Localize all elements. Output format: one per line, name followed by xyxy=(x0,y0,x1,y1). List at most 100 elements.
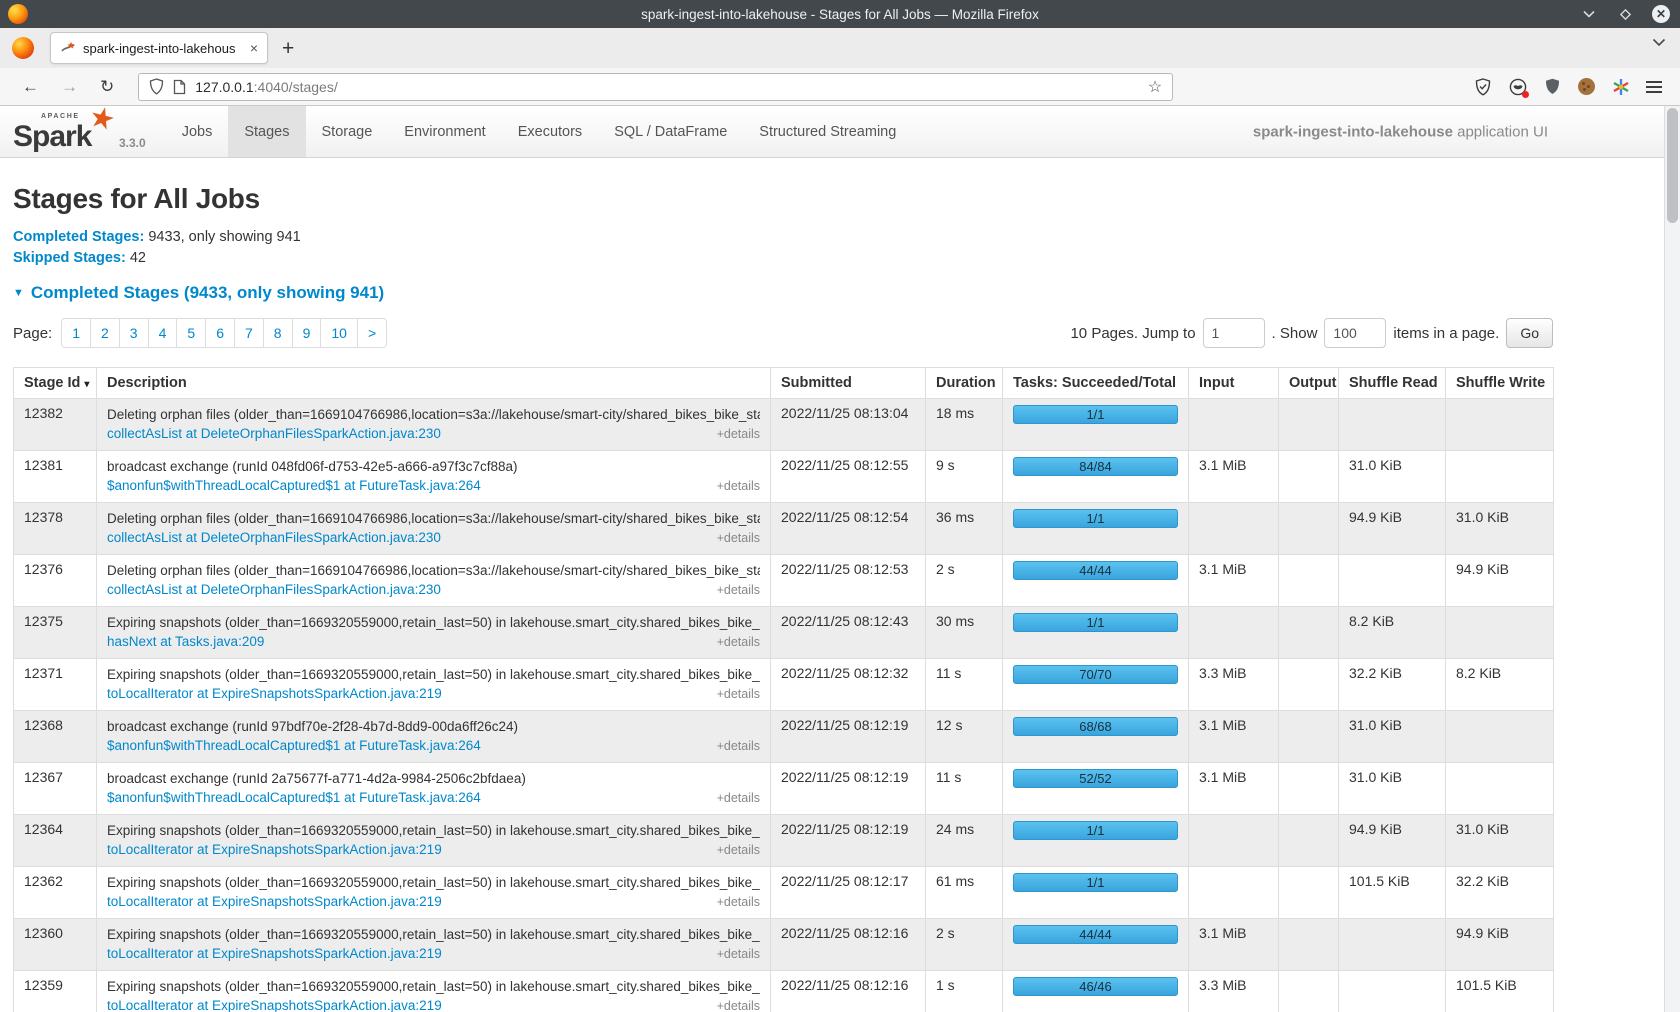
section-header-text: Completed Stages (9433, only showing 941… xyxy=(31,283,384,303)
new-tab-button[interactable]: + xyxy=(282,38,294,59)
shuffle-write-cell xyxy=(1446,451,1554,503)
go-button[interactable]: Go xyxy=(1506,318,1553,348)
nav-tab-storage[interactable]: Storage xyxy=(306,106,389,157)
page-button-9[interactable]: 9 xyxy=(292,318,322,348)
shuffle-write-cell xyxy=(1446,399,1554,451)
completed-stages-section-toggle[interactable]: ▼ Completed Stages (9433, only showing 9… xyxy=(13,283,1680,303)
page-button-7[interactable]: 7 xyxy=(234,318,264,348)
spark-logo[interactable]: APACHE Spark ★ xyxy=(13,110,109,157)
url-text[interactable]: 127.0.0.1:4040/stages/ xyxy=(195,79,1139,95)
description-cell: Expiring snapshots (older_than=166932055… xyxy=(97,659,771,711)
details-toggle[interactable]: +details xyxy=(717,737,760,756)
nav-tab-sql-dataframe[interactable]: SQL / DataFrame xyxy=(598,106,743,157)
header-submitted[interactable]: Submitted xyxy=(771,368,926,399)
stage-callsite-link[interactable]: toLocalIterator at ExpireSnapshotsSparkA… xyxy=(107,840,442,859)
stage-callsite-link[interactable]: toLocalIterator at ExpireSnapshotsSparkA… xyxy=(107,892,442,911)
page-button-8[interactable]: 8 xyxy=(263,318,293,348)
details-toggle[interactable]: +details xyxy=(717,841,760,860)
stage-callsite-link[interactable]: collectAsList at DeleteOrphanFilesSparkA… xyxy=(107,424,441,443)
stage-callsite-link[interactable]: toLocalIterator at ExpireSnapshotsSparkA… xyxy=(107,944,442,963)
stage-callsite-link[interactable]: $anonfun$withThreadLocalCaptured$1 at Fu… xyxy=(107,788,481,807)
browser-tab[interactable]: spark-ingest-into-lakehous × xyxy=(50,32,268,64)
back-button[interactable]: ← xyxy=(22,78,39,95)
input-cell: 3.1 MiB xyxy=(1189,555,1279,607)
details-toggle[interactable]: +details xyxy=(717,789,760,808)
privacy-mask-icon[interactable] xyxy=(1508,77,1527,96)
details-toggle[interactable]: +details xyxy=(717,685,760,704)
jump-to-page-input[interactable] xyxy=(1203,318,1265,348)
forward-button[interactable]: → xyxy=(61,78,78,95)
header-shuffle-read[interactable]: Shuffle Read xyxy=(1339,368,1446,399)
tab-close-icon[interactable]: × xyxy=(250,40,258,56)
stage-id-cell: 12376 xyxy=(14,555,97,607)
ublock-shield-icon[interactable] xyxy=(1543,77,1562,96)
stage-callsite-link[interactable]: collectAsList at DeleteOrphanFilesSparkA… xyxy=(107,528,441,547)
cookie-icon[interactable] xyxy=(1578,78,1595,95)
nav-tab-jobs[interactable]: Jobs xyxy=(166,106,229,157)
details-toggle[interactable]: +details xyxy=(717,581,760,600)
stage-callsite-link[interactable]: $anonfun$withThreadLocalCaptured$1 at Fu… xyxy=(107,736,481,755)
header-tasks[interactable]: Tasks: Succeeded/Total xyxy=(1003,368,1189,399)
page-button-4[interactable]: 4 xyxy=(148,318,178,348)
header-shuffle-write[interactable]: Shuffle Write xyxy=(1446,368,1554,399)
shuffle-read-cell: 94.9 KiB xyxy=(1339,503,1446,555)
shuffle-read-cell: 31.0 KiB xyxy=(1339,763,1446,815)
header-description[interactable]: Description xyxy=(97,368,771,399)
page-button-2[interactable]: 2 xyxy=(90,318,120,348)
tasks-cell: 1/1 xyxy=(1003,867,1189,919)
nav-tab-stages[interactable]: Stages xyxy=(228,106,305,157)
stage-callsite-link[interactable]: $anonfun$withThreadLocalCaptured$1 at Fu… xyxy=(107,476,481,495)
details-toggle[interactable]: +details xyxy=(717,997,760,1012)
table-row: 12362 Expiring snapshots (older_than=166… xyxy=(14,867,1554,919)
page-button-10[interactable]: 10 xyxy=(320,318,358,348)
details-toggle[interactable]: +details xyxy=(717,425,760,444)
header-input[interactable]: Input xyxy=(1189,368,1279,399)
shield-check-icon[interactable] xyxy=(1473,77,1492,96)
details-toggle[interactable]: +details xyxy=(717,945,760,964)
stage-callsite-link[interactable]: collectAsList at DeleteOrphanFilesSparkA… xyxy=(107,580,441,599)
url-bar[interactable]: 127.0.0.1:4040/stages/ ☆ xyxy=(138,73,1173,101)
page-button-6[interactable]: 6 xyxy=(205,318,235,348)
details-toggle[interactable]: +details xyxy=(717,477,760,496)
page-button-1[interactable]: 1 xyxy=(61,318,91,348)
bookmark-star-icon[interactable]: ☆ xyxy=(1148,77,1162,97)
stage-description: Expiring snapshots (older_than=166932055… xyxy=(107,665,760,684)
minimize-button[interactable] xyxy=(1580,5,1598,23)
tasks-cell: 1/1 xyxy=(1003,607,1189,659)
firefox-icon xyxy=(12,37,34,59)
multicolor-asterisk-icon[interactable] xyxy=(1611,77,1630,96)
nav-tab-environment[interactable]: Environment xyxy=(388,106,501,157)
header-stage-id[interactable]: Stage Id▾ xyxy=(14,368,97,399)
stage-callsite-link[interactable]: hasNext at Tasks.java:209 xyxy=(107,632,264,651)
stage-callsite-link[interactable]: toLocalIterator at ExpireSnapshotsSparkA… xyxy=(107,684,442,703)
page-info-icon[interactable] xyxy=(173,79,186,95)
nav-tab-executors[interactable]: Executors xyxy=(502,106,598,157)
details-toggle[interactable]: +details xyxy=(717,529,760,548)
header-output[interactable]: Output xyxy=(1279,368,1339,399)
stage-description: Deleting orphan files (older_than=166910… xyxy=(107,405,760,424)
extension-badge xyxy=(1522,91,1529,98)
close-button[interactable]: ✕ xyxy=(1652,5,1670,23)
tasks-cell: 1/1 xyxy=(1003,815,1189,867)
details-toggle[interactable]: +details xyxy=(717,633,760,652)
page-scrollbar[interactable] xyxy=(1664,106,1680,1012)
shield-permissions-icon[interactable] xyxy=(149,78,164,95)
menu-icon[interactable] xyxy=(1646,81,1662,93)
submitted-cell: 2022/11/25 08:12:53 xyxy=(771,555,926,607)
list-tabs-chevron-icon[interactable] xyxy=(1652,38,1666,47)
tasks-progress-bar: 1/1 xyxy=(1013,405,1178,424)
shuffle-read-cell xyxy=(1339,555,1446,607)
scrollbar-thumb[interactable] xyxy=(1667,108,1678,223)
page-button-3[interactable]: 3 xyxy=(119,318,149,348)
nav-tab-structured-streaming[interactable]: Structured Streaming xyxy=(743,106,912,157)
duration-cell: 12 s xyxy=(926,711,1003,763)
items-per-page-input[interactable] xyxy=(1324,318,1386,348)
stage-callsite-link[interactable]: toLocalIterator at ExpireSnapshotsSparkA… xyxy=(107,996,442,1012)
reload-button[interactable]: ↻ xyxy=(100,78,114,95)
details-toggle[interactable]: +details xyxy=(717,893,760,912)
page-button-5[interactable]: 5 xyxy=(176,318,206,348)
maximize-button[interactable] xyxy=(1616,5,1634,23)
submitted-cell: 2022/11/25 08:12:55 xyxy=(771,451,926,503)
header-duration[interactable]: Duration xyxy=(926,368,1003,399)
next-page-button[interactable]: > xyxy=(357,318,387,348)
